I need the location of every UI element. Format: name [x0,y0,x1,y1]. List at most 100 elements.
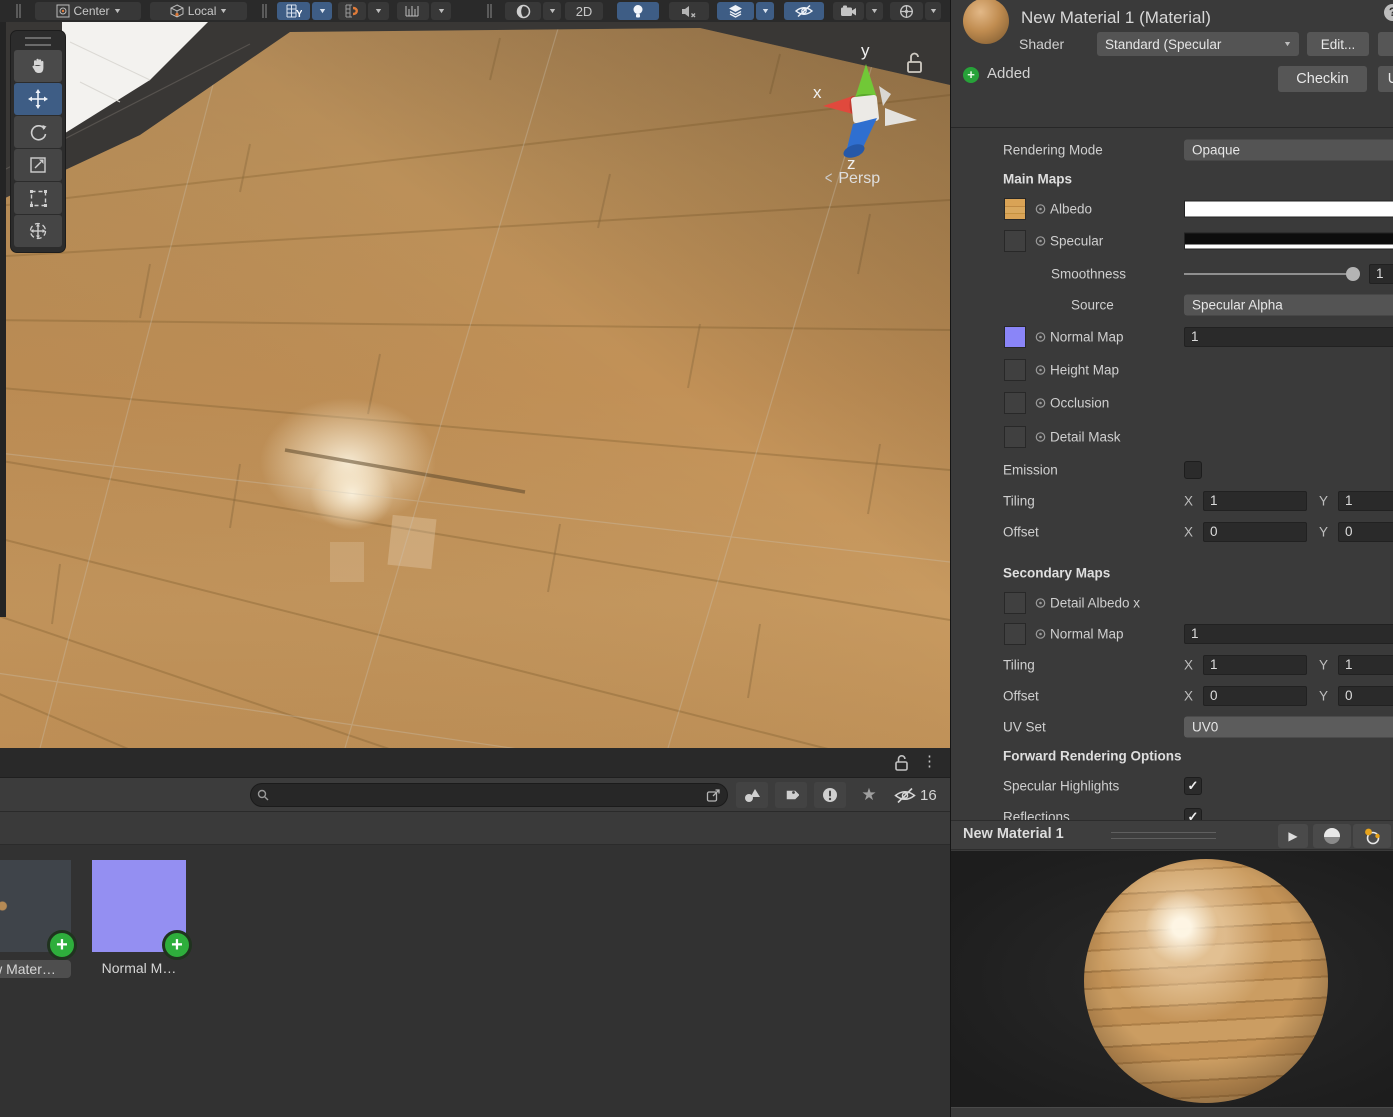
transform-tool-button[interactable] [14,215,62,247]
uv-set-dropdown[interactable]: UV0 [1184,716,1393,737]
detail-mask-texture-slot[interactable] [1004,425,1026,448]
albedo-texture-slot[interactable] [1004,197,1026,220]
help-icon[interactable]: ? [1384,4,1393,21]
update-button[interactable]: U [1378,66,1393,92]
rotation-mode-dropdown[interactable]: Local ▼ [150,2,247,20]
filter-by-label-button[interactable] [775,782,807,808]
shader-edit-button[interactable]: Edit... [1307,32,1369,56]
offset-y-field[interactable]: 0 [1338,521,1393,542]
object-picker-icon[interactable] [1035,597,1046,608]
material-preview-sphere[interactable] [1084,859,1328,1103]
effects-toggle[interactable] [717,2,754,20]
secondary-normal-scale-field[interactable]: 1 [1184,623,1393,644]
height-map-texture-slot[interactable] [1004,358,1026,381]
emission-checkbox[interactable] [1184,460,1202,479]
object-picker-icon[interactable] [1035,331,1046,342]
palette-drag-handle[interactable] [25,37,51,46]
smoothness-value-field[interactable]: 1 [1369,263,1393,284]
draw-mode-button[interactable] [505,2,541,20]
project-search-box[interactable] [250,783,728,807]
favorites-button[interactable]: ★ [853,782,885,808]
albedo-color-field[interactable] [1184,200,1393,217]
scene-visibility-toggle[interactable] [784,2,824,20]
smoothness-slider-handle[interactable] [1346,266,1360,281]
specular-texture-slot[interactable] [1004,230,1026,252]
object-picker-icon[interactable] [1035,236,1046,247]
shader-extra-button[interactable] [1378,32,1393,56]
search-jump-icon[interactable] [706,788,721,803]
shader-dropdown[interactable]: Standard (Specular ▼ [1097,32,1299,56]
projection-mode-toggle[interactable]: < Persp [824,169,880,188]
scene-camera-button[interactable] [833,2,864,20]
gizmo-y-label[interactable]: y [861,41,870,60]
object-picker-icon[interactable] [1035,397,1046,408]
draw-mode-dropdown[interactable]: ▼ [543,2,561,20]
secondary-tiling-y-field[interactable]: 1 [1338,654,1393,675]
snap-increment-dropdown[interactable]: ▼ [431,2,451,20]
smoothness-source-dropdown[interactable]: Specular Alpha [1184,294,1393,315]
move-tool-button[interactable] [14,83,62,115]
grid-snap-button[interactable] [338,2,366,20]
gizmo-axis-neg[interactable] [879,86,891,106]
scale-tool-button[interactable] [14,149,62,181]
kebab-menu-icon[interactable]: ⋮ [922,752,937,770]
lock-open-icon[interactable] [894,754,910,772]
audio-mute-toggle[interactable] [669,2,709,20]
preview-shape-button[interactable] [1313,824,1351,848]
hidden-object-count[interactable]: 16 [893,782,937,808]
rect-tool-button[interactable] [14,182,62,214]
gizmo-axis-neg[interactable] [885,108,917,126]
specular-highlights-checkbox[interactable]: ✓ [1184,776,1202,795]
tiling-y-field[interactable]: 1 [1338,490,1393,511]
alert-filter-button[interactable] [814,782,846,808]
scene-camera-dropdown[interactable]: ▼ [866,2,883,20]
material-preview-area[interactable] [951,851,1393,1107]
scene-lighting-toggle[interactable] [617,2,659,20]
effects-dropdown[interactable]: ▼ [756,2,774,20]
snap-increment-button[interactable] [397,2,429,20]
asset-grid[interactable]: + w Mater… + Normal M… [0,845,950,1117]
gizmos-dropdown[interactable]: ▼ [925,2,941,20]
gizmo-x-label[interactable]: x [813,83,822,102]
grid-visibility-dropdown[interactable]: ▼ [312,2,332,20]
detail-albedo-texture-slot[interactable] [1004,591,1026,614]
normal-map-scale-field[interactable]: 1 [1184,326,1393,347]
filter-by-type-button[interactable] [736,782,768,808]
toolbar-drag-handle[interactable] [16,4,21,18]
asset-label[interactable]: w Mater… [0,960,71,978]
asset-label[interactable]: Normal M… [92,960,186,976]
asset-item-normal-map[interactable]: + Normal M… [92,860,192,976]
grid-snap-dropdown[interactable]: ▼ [368,2,389,20]
scene-orientation-gizmo[interactable]: y x z [795,36,945,176]
lock-open-icon[interactable] [907,52,922,73]
checkin-button[interactable]: Checkin [1278,66,1367,92]
object-picker-icon[interactable] [1035,364,1046,375]
offset-x-field[interactable]: 0 [1203,521,1307,542]
preview-play-button[interactable]: ▶ [1278,824,1308,848]
smoothness-slider[interactable] [1184,272,1354,275]
object-picker-icon[interactable] [1035,628,1046,639]
2d-toggle-button[interactable]: 2D [565,2,603,20]
secondary-normal-texture-slot[interactable] [1004,622,1026,645]
preview-lighting-button[interactable] [1353,824,1391,848]
hand-tool-button[interactable] [14,50,62,82]
normal-map-texture-slot[interactable] [1004,325,1026,348]
tiling-x-field[interactable]: 1 [1203,490,1307,511]
pivot-mode-dropdown[interactable]: Center ▼ [35,2,141,20]
project-search-input[interactable] [269,788,706,802]
secondary-tiling-x-field[interactable]: 1 [1203,654,1307,675]
object-picker-icon[interactable] [1035,431,1046,442]
rendering-mode-dropdown[interactable]: Opaque [1184,139,1393,160]
gizmo-x-axis[interactable] [823,96,853,114]
grid-visibility-toggle[interactable]: Y [277,2,310,20]
preview-drag-handle[interactable] [1111,832,1216,839]
asset-item-material[interactable]: + w Mater… [0,860,77,978]
rotate-tool-button[interactable] [14,116,62,148]
object-picker-icon[interactable] [1035,203,1046,214]
specular-color-field[interactable] [1184,232,1393,250]
secondary-offset-y-field[interactable]: 0 [1338,685,1393,706]
secondary-offset-x-field[interactable]: 0 [1203,685,1307,706]
gizmos-button[interactable] [890,2,923,20]
gizmo-y-axis[interactable] [855,64,877,98]
occlusion-texture-slot[interactable] [1004,391,1026,414]
